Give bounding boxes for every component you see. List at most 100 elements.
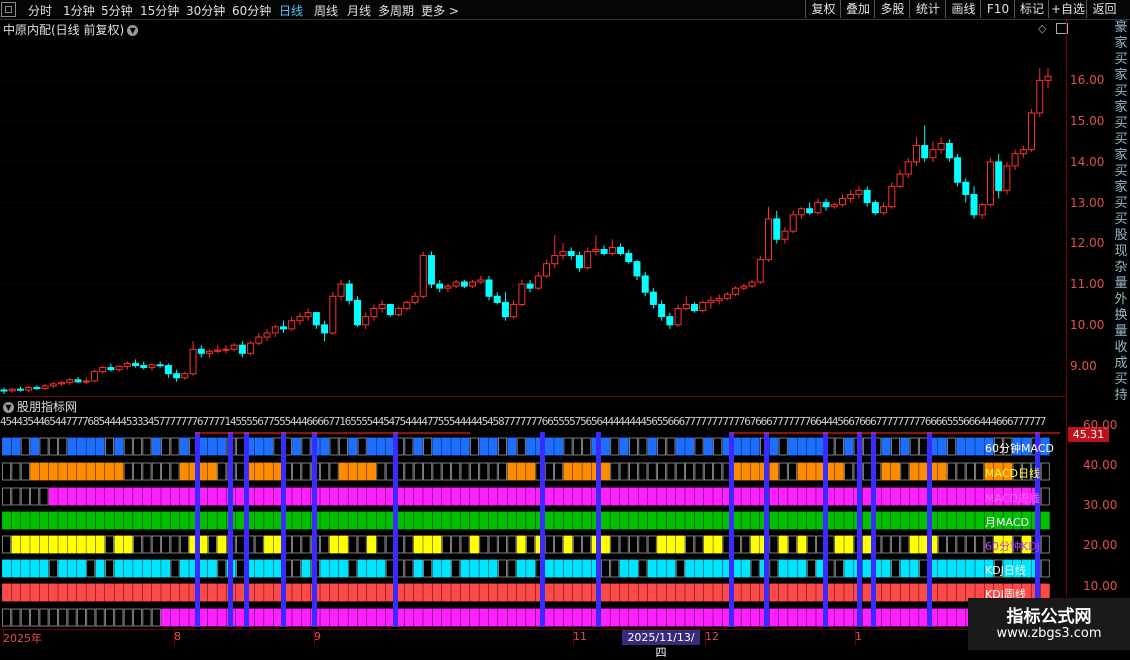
candle (559, 243, 567, 260)
candle (444, 284, 452, 293)
cursor-date: 2025/11/13/四 (622, 630, 700, 659)
candle (99, 365, 107, 374)
date-tick (3, 630, 4, 646)
signal-bar (540, 432, 545, 627)
price-tick-label: 14.00 (1070, 154, 1105, 169)
price-tick-label: 16.00 (1070, 73, 1105, 88)
candle (674, 304, 682, 327)
candle (789, 210, 797, 234)
candle (617, 243, 625, 256)
period-tab[interactable]: 1分钟 (63, 2, 95, 19)
info-glyph: 买 (1114, 372, 1128, 387)
candle (954, 153, 962, 187)
period-tab[interactable]: 5分钟 (101, 2, 133, 19)
candle (263, 328, 271, 342)
signal-bar (281, 432, 286, 627)
candle (82, 377, 90, 384)
toolbar-button[interactable]: F10 (980, 0, 1015, 18)
period-tab[interactable]: 月线 (347, 2, 371, 19)
candle (49, 381, 57, 388)
candle (855, 186, 863, 199)
period-tab[interactable]: 15分钟 (140, 2, 179, 19)
candle (485, 275, 493, 301)
candle (386, 303, 394, 317)
candle (460, 280, 468, 289)
candle (715, 294, 723, 305)
price-tick-label: 15.00 (1070, 114, 1105, 129)
candle (173, 369, 181, 382)
period-tab[interactable]: 更多 > (421, 2, 459, 19)
signal-band (730, 432, 1060, 434)
period-tab[interactable]: 30分钟 (186, 2, 225, 19)
candle (197, 345, 205, 358)
indicator-title[interactable]: ▼ 股朋指标网 (3, 398, 77, 415)
info-glyph: 家 (1114, 180, 1128, 195)
candle (691, 302, 699, 313)
indicator-panel[interactable] (0, 432, 1066, 627)
period-tab[interactable]: 周线 (314, 2, 338, 19)
info-glyph: 豪 (1114, 20, 1128, 35)
price-chart[interactable] (0, 20, 1068, 395)
candle (469, 280, 477, 289)
price-tick-label: 13.00 (1070, 195, 1105, 210)
toolbar-button[interactable]: 标记 (1014, 0, 1049, 18)
toolbar-button[interactable]: +自选 (1048, 0, 1087, 18)
right-info-strip: 豪家买家买家买买家买家买买股现杂量外换量收成买持 (1112, 20, 1130, 650)
toolbar-button[interactable]: 统计 (909, 0, 946, 18)
candle (255, 332, 263, 346)
candle (296, 312, 304, 325)
indicator-row (2, 535, 1050, 554)
date-label: 11 (573, 630, 587, 643)
candle (271, 324, 279, 338)
candle (723, 292, 731, 301)
candle (493, 292, 501, 305)
candle (403, 300, 411, 311)
candle (658, 300, 666, 321)
toolbar-button[interactable]: 多股 (874, 0, 910, 18)
panel-divider (0, 396, 1066, 397)
candle (329, 292, 337, 335)
indicator-row (2, 462, 1050, 481)
info-glyph: 杂 (1114, 260, 1128, 275)
signal-bar (927, 432, 932, 627)
indicator-row (2, 583, 1050, 602)
watermark-title: 指标公式网 (1006, 607, 1092, 627)
candle (666, 312, 674, 329)
candle (304, 308, 312, 321)
candle (600, 245, 608, 256)
date-label: 9 (314, 630, 321, 643)
date-tick (314, 630, 315, 646)
period-tab[interactable]: 分时 (28, 2, 52, 19)
candle (247, 341, 255, 356)
info-glyph: 量 (1114, 324, 1128, 339)
toolbar-button[interactable]: 返回 (1086, 0, 1122, 18)
candle (707, 296, 715, 309)
indicator-row (2, 437, 1050, 456)
toolbar-button[interactable]: 画线 (945, 0, 981, 18)
period-tab[interactable]: 多周期 (378, 2, 414, 19)
chevron-down-icon[interactable]: ▼ (3, 402, 14, 413)
candle (830, 202, 838, 209)
info-glyph: 换 (1114, 308, 1128, 323)
candle (206, 349, 214, 358)
toolbar-button[interactable]: 叠加 (840, 0, 875, 18)
candle (337, 280, 345, 301)
price-tick-label: 11.00 (1070, 277, 1105, 292)
window-menu-icon[interactable] (1, 2, 16, 17)
candle (732, 286, 740, 297)
info-glyph: 买 (1114, 84, 1128, 99)
signal-bar (871, 432, 876, 627)
candle (551, 235, 559, 268)
info-glyph: 成 (1114, 356, 1128, 371)
candle (1011, 149, 1019, 170)
period-tab[interactable]: 60分钟 (232, 2, 271, 19)
candle (90, 369, 98, 382)
toolbar-button[interactable]: 复权 (805, 0, 841, 18)
candle (526, 280, 534, 293)
period-tab[interactable]: 日线 (279, 2, 303, 19)
candle (773, 210, 781, 244)
candle (518, 280, 526, 307)
candle (16, 386, 24, 392)
candle (978, 202, 986, 219)
info-glyph: 买 (1114, 164, 1128, 179)
